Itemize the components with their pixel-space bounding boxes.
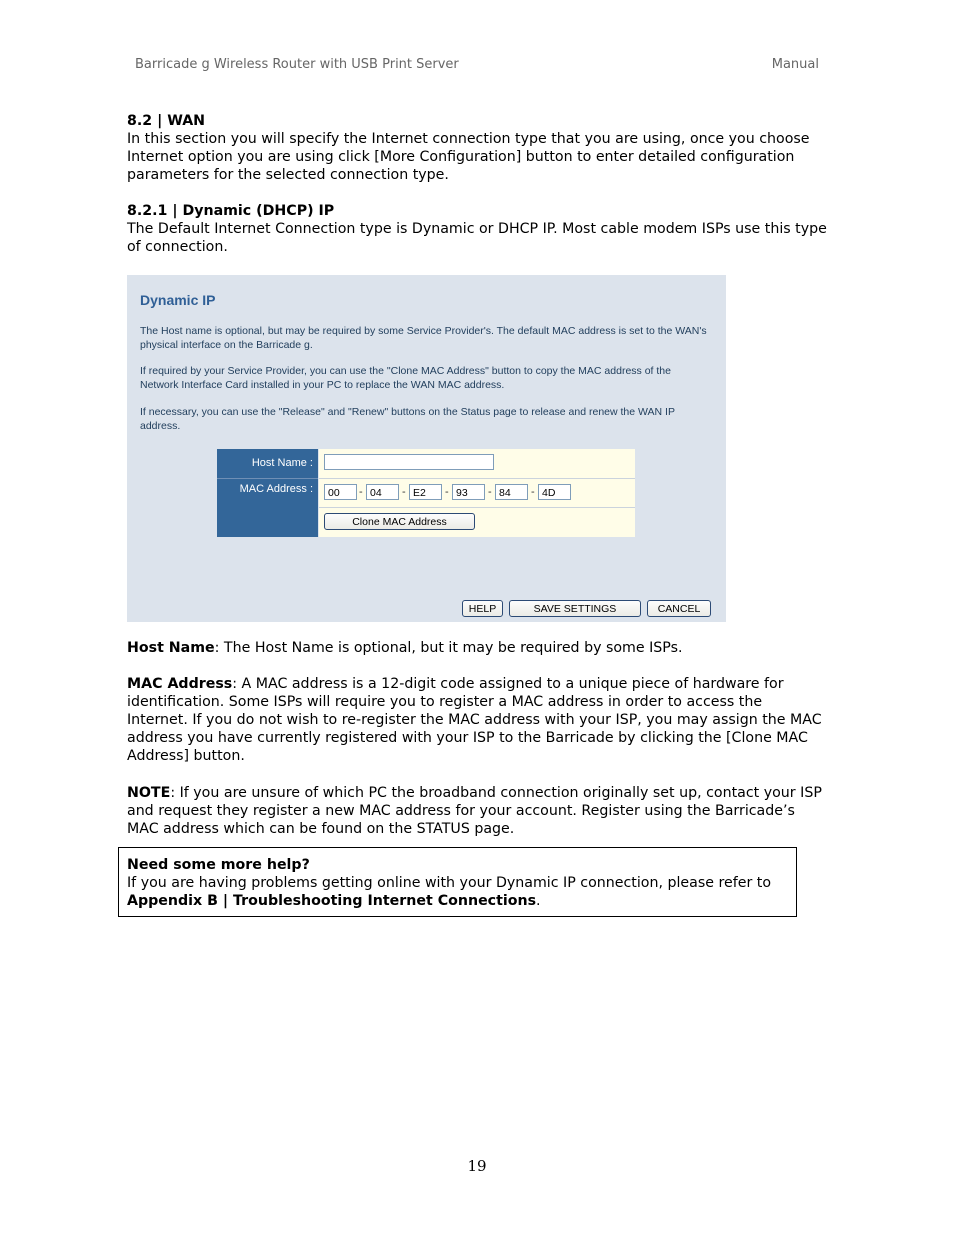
definition-text: : The Host Name is optional, but it may … xyxy=(214,640,683,656)
definition-text: : A MAC address is a 12-digit code assig… xyxy=(127,676,822,764)
mac-octet-2-input[interactable]: 04 xyxy=(366,484,399,500)
host-name-label: Host Name : xyxy=(251,457,313,469)
mac-separator: - xyxy=(359,486,363,498)
mac-separator: - xyxy=(531,486,535,498)
dynamic-ip-screenshot: Dynamic IP The Host name is optional, bu… xyxy=(127,275,726,622)
section-heading: 8.2.1 | Dynamic (DHCP) IP xyxy=(127,203,335,219)
mac-octet-3-input[interactable]: E2 xyxy=(409,484,442,500)
mac-separator: - xyxy=(402,486,406,498)
definition-term: Host Name xyxy=(127,640,215,656)
definition-term: MAC Address xyxy=(127,676,233,692)
note-label: NOTE xyxy=(127,785,171,801)
page-number: 19 xyxy=(467,1157,487,1175)
appendix-reference: Appendix B | Troubleshooting Internet Co… xyxy=(127,893,537,909)
mac-separator: - xyxy=(445,486,449,498)
screenshot-paragraph: If necessary, you can use the "Release" … xyxy=(140,406,675,432)
section-heading: 8.2 | WAN xyxy=(127,113,206,129)
section-body: The Default Internet Connection type is … xyxy=(127,221,827,255)
row-divider xyxy=(217,478,318,479)
definition-host-name: Host Name: The Host Name is optional, bu… xyxy=(127,639,827,657)
help-button[interactable]: HELP xyxy=(462,600,503,617)
mac-octet-5-input[interactable]: 84 xyxy=(495,484,528,500)
mac-octet-1-input[interactable]: 00 xyxy=(324,484,357,500)
mac-octet-4-input[interactable]: 93 xyxy=(452,484,485,500)
section-wan: 8.2 | WAN In this section you will speci… xyxy=(127,112,827,184)
help-callout-text: If you are having problems getting onlin… xyxy=(127,875,772,891)
note-text: : If you are unsure of which PC the broa… xyxy=(127,785,822,837)
note: NOTE: If you are unsure of which PC the … xyxy=(127,784,827,838)
screenshot-paragraph: If required by your Service Provider, yo… xyxy=(140,365,671,391)
save-settings-button[interactable]: SAVE SETTINGS xyxy=(509,600,641,617)
definition-mac-address: MAC Address: A MAC address is a 12-digit… xyxy=(127,675,827,765)
section-dynamic-ip: 8.2.1 | Dynamic (DHCP) IP The Default In… xyxy=(127,202,827,256)
cancel-button[interactable]: CANCEL xyxy=(647,600,711,617)
clone-mac-address-button[interactable]: Clone MAC Address xyxy=(324,513,475,530)
form-label-column: Host Name : MAC Address : xyxy=(217,449,318,537)
help-callout-box: Need some more help? If you are having p… xyxy=(118,847,797,917)
mac-separator: - xyxy=(488,486,492,498)
mac-octet-6-input[interactable]: 4D xyxy=(538,484,571,500)
row-divider xyxy=(319,507,635,508)
host-name-input[interactable] xyxy=(324,454,494,470)
row-divider xyxy=(319,478,635,479)
form-value-column: 00 - 04 - E2 - 93 - 84 - 4D Clone MAC Ad… xyxy=(319,449,635,537)
wan-form: Host Name : MAC Address : 00 - 04 - E2 -… xyxy=(217,449,635,537)
screenshot-title: Dynamic IP xyxy=(140,292,216,308)
mac-address-label: MAC Address : xyxy=(239,483,313,495)
help-callout-suffix: . xyxy=(536,893,541,909)
running-header-manual: Manual xyxy=(771,57,819,72)
help-callout-title: Need some more help? xyxy=(127,857,310,873)
section-body: In this section you will specify the Int… xyxy=(127,131,810,183)
screenshot-paragraph: The Host name is optional, but may be re… xyxy=(140,325,707,351)
running-header-title: Barricade g Wireless Router with USB Pri… xyxy=(135,57,459,72)
